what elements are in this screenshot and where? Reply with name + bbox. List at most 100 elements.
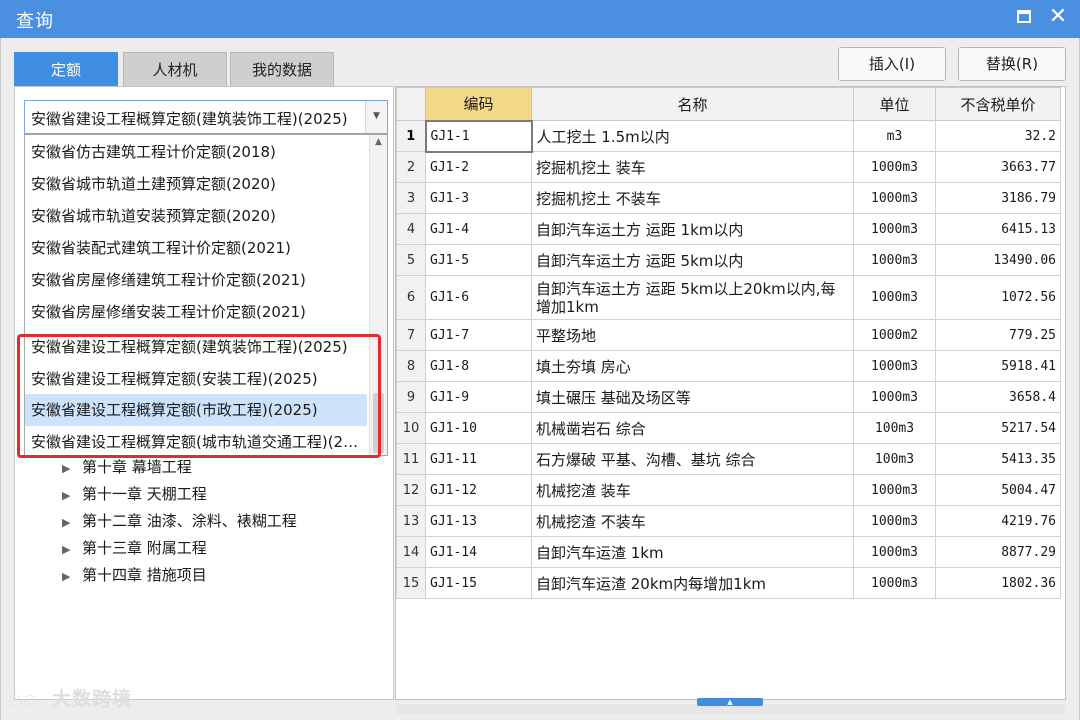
chevron-down-icon[interactable]: ▼: [365, 101, 387, 133]
cell-name[interactable]: 挖掘机挖土 不装车: [531, 182, 854, 214]
table-row[interactable]: 5 GJ1-5 自卸汽车运土方 运距 5km以内 1000m3 13490.06: [396, 244, 1061, 276]
row-number[interactable]: 15: [396, 567, 426, 599]
column-header-name[interactable]: 名称: [531, 87, 854, 121]
insert-button[interactable]: 插入(I): [838, 47, 946, 81]
cell-code[interactable]: GJ1-12: [425, 474, 532, 506]
cell-name[interactable]: 机械挖渣 装车: [531, 474, 854, 506]
tree-item[interactable]: ▶ 第十一章 天棚工程: [62, 481, 207, 507]
cell-name[interactable]: 人工挖土 1.5m以内: [531, 120, 854, 152]
cell-price[interactable]: 6415.13: [935, 213, 1061, 245]
row-number[interactable]: 3: [396, 182, 426, 214]
dropdown-option[interactable]: 安徽省城市轨道安装预算定额(2020): [25, 200, 367, 232]
row-number[interactable]: 8: [396, 350, 426, 382]
cell-code[interactable]: GJ1-8: [425, 350, 532, 382]
table-row[interactable]: 11 GJ1-11 石方爆破 平基、沟槽、基坑 综合 100m3 5413.35: [396, 443, 1061, 475]
row-number[interactable]: 10: [396, 412, 426, 444]
cell-price[interactable]: 5413.35: [935, 443, 1061, 475]
tree-item[interactable]: ▶ 第十四章 措施项目: [62, 562, 207, 588]
cell-name[interactable]: 平整场地: [531, 319, 854, 351]
table-row[interactable]: 13 GJ1-13 机械挖渣 不装车 1000m3 4219.76: [396, 505, 1061, 537]
cell-unit[interactable]: 1000m3: [853, 536, 936, 568]
cell-name[interactable]: 自卸汽车运土方 运距 1km以内: [531, 213, 854, 245]
cell-name[interactable]: 自卸汽车运土方 运距 5km以内: [531, 244, 854, 276]
row-number[interactable]: 12: [396, 474, 426, 506]
cell-code[interactable]: GJ1-2: [425, 151, 532, 183]
collapse-handle[interactable]: ▲: [697, 698, 763, 706]
cell-name[interactable]: 石方爆破 平基、沟槽、基坑 综合: [531, 443, 854, 475]
table-row[interactable]: 7 GJ1-7 平整场地 1000m2 779.25: [396, 319, 1061, 351]
chevron-up-icon[interactable]: ▲: [370, 137, 387, 147]
cell-unit[interactable]: 100m3: [853, 412, 936, 444]
row-number[interactable]: 6: [396, 275, 426, 320]
cell-unit[interactable]: 1000m3: [853, 151, 936, 183]
maximize-icon[interactable]: [1017, 10, 1031, 23]
cell-code[interactable]: GJ1-15: [425, 567, 532, 599]
cell-name[interactable]: 自卸汽车运渣 1km: [531, 536, 854, 568]
tab-quota[interactable]: 定额: [14, 52, 118, 86]
cell-price[interactable]: 13490.06: [935, 244, 1061, 276]
cell-unit[interactable]: 1000m3: [853, 505, 936, 537]
table-row[interactable]: 3 GJ1-3 挖掘机挖土 不装车 1000m3 3186.79: [396, 182, 1061, 214]
row-number[interactable]: 2: [396, 151, 426, 183]
dropdown-option[interactable]: 安徽省房屋修缮安装工程计价定额(2021): [25, 296, 367, 328]
cell-unit[interactable]: 1000m3: [853, 381, 936, 413]
cell-unit[interactable]: 1000m3: [853, 182, 936, 214]
cell-price[interactable]: 3186.79: [935, 182, 1061, 214]
cell-code[interactable]: GJ1-3: [425, 182, 532, 214]
table-row[interactable]: 8 GJ1-8 填土夯填 房心 1000m3 5918.41: [396, 350, 1061, 382]
cell-code[interactable]: GJ1-13: [425, 505, 532, 537]
tab-my-data[interactable]: 我的数据: [230, 52, 334, 86]
cell-unit[interactable]: 1000m2: [853, 319, 936, 351]
row-number[interactable]: 5: [396, 244, 426, 276]
cell-price[interactable]: 3663.77: [935, 151, 1061, 183]
column-header-price[interactable]: 不含税单价: [935, 87, 1061, 121]
row-number[interactable]: 7: [396, 319, 426, 351]
column-header-code[interactable]: 编码: [425, 87, 532, 121]
tree-item[interactable]: ▶ 第十二章 油漆、涂料、裱糊工程: [62, 508, 297, 534]
cell-price[interactable]: 4219.76: [935, 505, 1061, 537]
cell-unit[interactable]: 1000m3: [853, 213, 936, 245]
cell-price[interactable]: 1802.36: [935, 567, 1061, 599]
tree-item[interactable]: ▶ 第十三章 附属工程: [62, 535, 207, 561]
cell-code[interactable]: GJ1-4: [425, 213, 532, 245]
table-row[interactable]: 4 GJ1-4 自卸汽车运土方 运距 1km以内 1000m3 6415.13: [396, 213, 1061, 245]
table-row[interactable]: 15 GJ1-15 自卸汽车运渣 20km内每增加1km 1000m3 1802.36: [396, 567, 1061, 599]
close-icon[interactable]: ✕: [1046, 3, 1070, 31]
cell-unit[interactable]: 1000m3: [853, 350, 936, 382]
cell-code[interactable]: GJ1-10: [425, 412, 532, 444]
table-row[interactable]: 14 GJ1-14 自卸汽车运渣 1km 1000m3 8877.29: [396, 536, 1061, 568]
cell-price[interactable]: 5217.54: [935, 412, 1061, 444]
cell-name[interactable]: 挖掘机挖土 装车: [531, 151, 854, 183]
dropdown-option[interactable]: 安徽省仿古建筑工程计价定额(2018): [25, 136, 367, 168]
cell-price[interactable]: 779.25: [935, 319, 1061, 351]
row-number[interactable]: 14: [396, 536, 426, 568]
cell-code[interactable]: GJ1-11: [425, 443, 532, 475]
cell-unit[interactable]: m3: [853, 120, 936, 152]
cell-price[interactable]: 3658.4: [935, 381, 1061, 413]
cell-code[interactable]: GJ1-9: [425, 381, 532, 413]
dropdown-option[interactable]: 安徽省装配式建筑工程计价定额(2021): [25, 232, 367, 264]
table-row[interactable]: 6 GJ1-6 自卸汽车运土方 运距 5km以上20km以内,每增加1km 1000m…: [396, 275, 1061, 320]
cell-price[interactable]: 1072.56: [935, 275, 1061, 320]
cell-name[interactable]: 填土夯填 房心: [531, 350, 854, 382]
cell-price[interactable]: 32.2: [935, 120, 1061, 152]
tab-labor-material-machine[interactable]: 人材机: [123, 52, 227, 86]
row-number[interactable]: 4: [396, 213, 426, 245]
cell-name[interactable]: 机械凿岩石 综合: [531, 412, 854, 444]
cell-unit[interactable]: 1000m3: [853, 244, 936, 276]
cell-code[interactable]: GJ1-7: [425, 319, 532, 351]
row-number[interactable]: 11: [396, 443, 426, 475]
table-row[interactable]: 10 GJ1-10 机械凿岩石 综合 100m3 5217.54: [396, 412, 1061, 444]
cell-unit[interactable]: 100m3: [853, 443, 936, 475]
row-number[interactable]: 13: [396, 505, 426, 537]
table-row[interactable]: 1 GJ1-1 人工挖土 1.5m以内 m3 32.2: [396, 119, 1061, 153]
row-number[interactable]: 1: [396, 120, 426, 152]
cell-price[interactable]: 8877.29: [935, 536, 1061, 568]
cell-price[interactable]: 5004.47: [935, 474, 1061, 506]
cell-code[interactable]: GJ1-5: [425, 244, 532, 276]
cell-unit[interactable]: 1000m3: [853, 474, 936, 506]
cell-name[interactable]: 自卸汽车运渣 20km内每增加1km: [531, 567, 854, 599]
cell-unit[interactable]: 1000m3: [853, 567, 936, 599]
cell-name[interactable]: 自卸汽车运土方 运距 5km以上20km以内,每增加1km: [531, 275, 854, 320]
dropdown-option[interactable]: 安徽省房屋修缮建筑工程计价定额(2021): [25, 264, 367, 296]
